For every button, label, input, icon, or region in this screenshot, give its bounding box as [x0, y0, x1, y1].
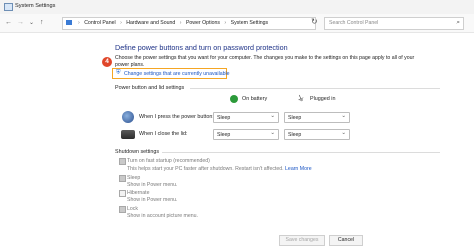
- sleep-label: Sleep: [127, 175, 141, 181]
- up-button[interactable]: ↑: [40, 19, 44, 27]
- breadcrumb: › Control Panel › Hardware and Sound › P…: [78, 20, 269, 26]
- select-value: Sleep: [217, 131, 231, 138]
- power-button-label: When I press the power button:: [139, 114, 214, 120]
- breadcrumb-power-options[interactable]: Power Options: [186, 20, 220, 26]
- lock-description: Show in account picture menu.: [127, 213, 198, 219]
- save-changes-button[interactable]: Save changes: [279, 235, 325, 246]
- change-settings-link[interactable]: ⛨ Change settings that are currently una…: [112, 68, 230, 79]
- breadcrumb-control-panel[interactable]: Control Panel: [84, 20, 115, 26]
- breadcrumb-system-settings[interactable]: System Settings: [231, 20, 268, 26]
- chevron-down-icon: ⌄: [270, 130, 275, 136]
- learn-more-link[interactable]: Learn More: [285, 166, 312, 172]
- cancel-button[interactable]: Cancel: [329, 235, 363, 246]
- refresh-button[interactable]: ↻: [311, 17, 318, 27]
- control-panel-icon: [4, 3, 13, 11]
- select-value: Sleep: [217, 114, 231, 121]
- title-bar: System Settings: [0, 0, 474, 14]
- select-value: Sleep: [288, 114, 302, 121]
- power-button-battery-select[interactable]: Sleep ⌄: [213, 112, 279, 123]
- search-icon[interactable]: ⌕: [456, 19, 460, 27]
- hibernate-checkbox[interactable]: [119, 190, 126, 197]
- laptop-lid-icon: [121, 130, 135, 139]
- sleep-description: Show in Power menu.: [127, 182, 178, 188]
- step-badge: 4: [102, 57, 112, 67]
- page-title: Define power buttons and turn on passwor…: [115, 43, 288, 52]
- fast-startup-description: This helps start your PC faster after sh…: [127, 166, 312, 172]
- lock-label: Lock: [127, 206, 138, 212]
- power-button-plugged-select[interactable]: Sleep ⌄: [284, 112, 350, 123]
- search-box[interactable]: ⌕: [324, 17, 464, 30]
- close-lid-label: When I close the lid:: [139, 131, 188, 137]
- section-divider: [162, 152, 440, 153]
- power-button-icon: [122, 111, 134, 123]
- fast-startup-label: Turn on fast startup (recommended): [127, 158, 210, 164]
- forward-button[interactable]: →: [17, 19, 24, 27]
- sleep-checkbox[interactable]: [119, 175, 126, 182]
- power-section-title: Power button and lid settings: [115, 85, 185, 91]
- back-button[interactable]: ←: [5, 19, 12, 27]
- col-plugged-in: Plugged in: [310, 96, 336, 102]
- plug-icon: ⏚: [295, 92, 307, 105]
- shutdown-section-title: Shutdown settings: [115, 149, 160, 155]
- address-field[interactable]: › Control Panel › Hardware and Sound › P…: [62, 17, 370, 30]
- fast-startup-desc-text: This helps start your PC faster after sh…: [127, 166, 284, 172]
- window-title: System Settings: [15, 3, 56, 9]
- change-settings-link-label[interactable]: Change settings that are currently unava…: [124, 71, 230, 77]
- col-on-battery: On battery: [242, 96, 268, 102]
- section-divider: [190, 88, 440, 89]
- fast-startup-checkbox[interactable]: [119, 158, 126, 165]
- lock-checkbox[interactable]: [119, 206, 126, 213]
- chevron-down-icon: ⌄: [270, 113, 275, 119]
- breadcrumb-hardware-and-sound[interactable]: Hardware and Sound: [126, 20, 175, 26]
- close-lid-battery-select[interactable]: Sleep ⌄: [213, 129, 279, 140]
- chevron-down-icon: ⌄: [341, 130, 346, 136]
- chevron-down-icon: ⌄: [341, 113, 346, 119]
- close-lid-plugged-select[interactable]: Sleep ⌄: [284, 129, 350, 140]
- select-value: Sleep: [288, 131, 302, 138]
- recent-locations-button[interactable]: ⌄: [29, 19, 34, 27]
- hibernate-label: Hibernate: [127, 190, 150, 196]
- shield-icon: ⛨: [116, 70, 121, 76]
- battery-icon: [230, 95, 238, 103]
- control-panel-icon: [66, 20, 72, 25]
- hibernate-description: Show in Power menu.: [127, 197, 178, 203]
- search-input[interactable]: [329, 20, 449, 26]
- page-description: Choose the power settings that you want …: [115, 55, 415, 68]
- address-bar-row: ← → ⌄ ↑ › Control Panel › Hardware and S…: [0, 14, 474, 33]
